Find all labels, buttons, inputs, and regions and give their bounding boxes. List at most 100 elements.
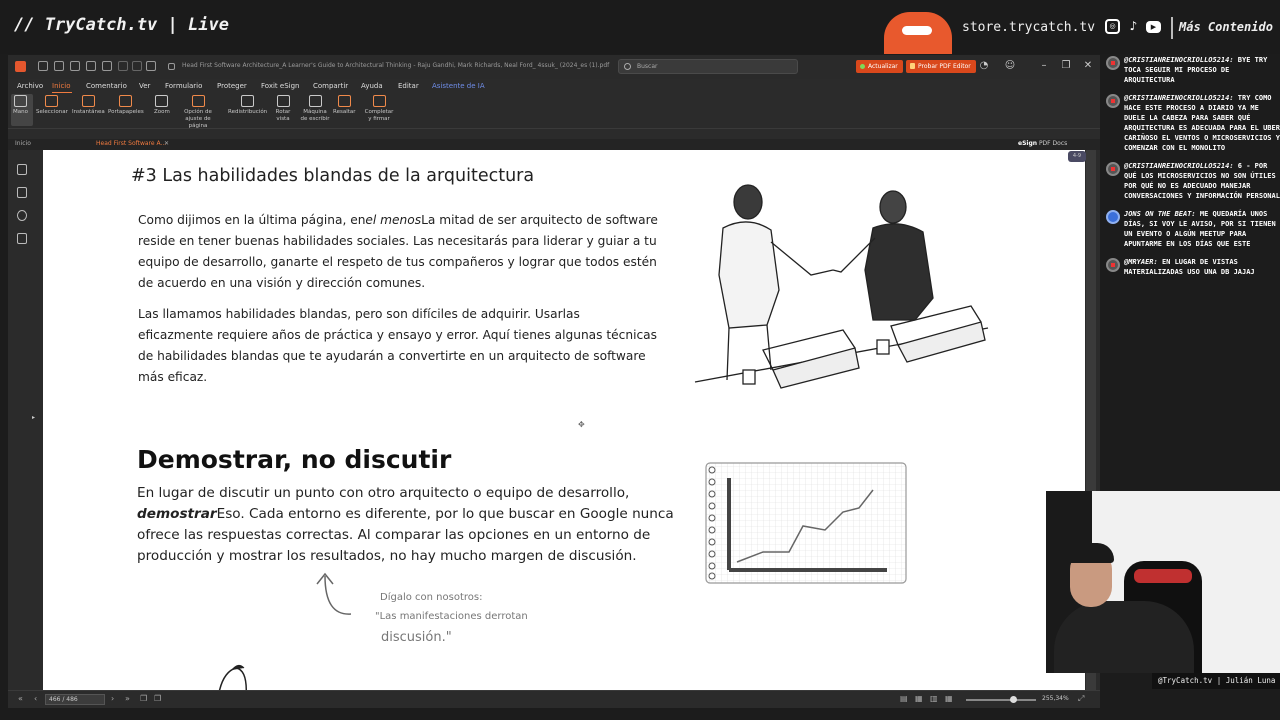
menu-asistente-ia[interactable]: Asistente de IA [432, 82, 485, 90]
select-tool-button[interactable]: Seleccionar [36, 95, 68, 116]
zoom-icon [155, 95, 169, 107]
foxit-logo-icon[interactable] [15, 61, 26, 72]
tab-inicio[interactable]: Inicio [15, 140, 31, 147]
menu-inicio[interactable]: Inicio [52, 82, 71, 90]
select-icon [45, 95, 59, 107]
attachments-icon[interactable] [17, 233, 27, 244]
store-url[interactable]: store.trycatch.tv [962, 20, 1095, 35]
snapshot-button[interactable]: Instantánea [72, 95, 105, 116]
instagram-icon[interactable]: ◎ [1105, 19, 1120, 34]
youtube-badge-icon [1106, 258, 1120, 272]
notebook-growth-illustration [705, 462, 907, 584]
update-button[interactable]: Actualizar [856, 60, 903, 73]
youtube-badge-icon [1106, 94, 1120, 108]
menu-ayuda[interactable]: Ayuda [361, 82, 383, 90]
pages-icon[interactable] [17, 187, 27, 198]
note-line-3: discusión." [381, 630, 452, 645]
left-navigation-rail: ▸ [8, 150, 42, 690]
new-document-icon[interactable] [86, 61, 96, 71]
redo-icon[interactable] [132, 61, 142, 71]
expand-panel-arrow-icon[interactable]: ▸ [32, 414, 35, 421]
menu-ver[interactable]: Ver [139, 82, 150, 90]
print-icon[interactable] [70, 61, 80, 71]
fullscreen-icon[interactable]: ⤢ [1078, 694, 1084, 704]
typewriter-button[interactable]: Máquina de escribir [300, 95, 330, 123]
reflow-button[interactable]: Redistribución [228, 95, 267, 116]
note-line-1: Dígalo con nosotros: [380, 592, 483, 603]
customize-toolbar-icon[interactable] [146, 61, 156, 71]
page-heading: #3 Las habilidades blandas de la arquite… [131, 166, 535, 186]
facing-view-icon[interactable]: ▥ [930, 694, 938, 703]
stream-header: // TryCatch.tv | Live store.trycatch.tv … [0, 0, 1280, 54]
chat-message: @mryaer: en lugar de vistas materializad… [1102, 257, 1280, 277]
youtube-icon[interactable]: ▶ [1146, 21, 1161, 33]
presenter-shirt-photo [884, 12, 952, 54]
fill-sign-button[interactable]: Completar y firmar [364, 95, 394, 123]
menu-comentario[interactable]: Comentario [86, 82, 127, 90]
single-page-view-icon[interactable]: ▤ [900, 694, 908, 703]
restore-icon[interactable]: ❐ [1060, 60, 1072, 72]
tab-close-icon[interactable]: ✕ [164, 140, 169, 147]
open-file-icon[interactable] [38, 61, 48, 71]
title-bar: Head First Software Architecture_A Learn… [8, 55, 1100, 79]
zoom-button[interactable]: Zoom [154, 95, 170, 116]
zoom-slider-knob[interactable] [1010, 696, 1017, 703]
bookmark-icon[interactable] [17, 164, 27, 175]
last-page-icon[interactable]: » [125, 694, 130, 703]
rotate-view-button[interactable]: Rotar vista [273, 95, 293, 123]
menu-compartir[interactable]: Compartir [313, 82, 348, 90]
tab-document[interactable]: Head First Software A... [96, 140, 166, 147]
first-page-icon[interactable]: « [18, 694, 23, 703]
rotate-icon [276, 95, 290, 107]
section-title: Demostrar, no discutir [137, 445, 452, 474]
page-number-input[interactable]: 466 / 486 [45, 694, 105, 705]
save-icon[interactable] [54, 61, 64, 71]
next-page-icon[interactable]: › [111, 694, 114, 703]
stream-layout: // TryCatch.tv | Live store.trycatch.tv … [0, 0, 1280, 720]
clipboard-button[interactable]: Portapapeles [108, 95, 144, 116]
continuous-view-icon[interactable]: ▦ [915, 694, 923, 703]
menu-formulario[interactable]: Formulario [165, 82, 202, 90]
page-view-icon[interactable]: ❐ [140, 694, 147, 703]
pdf-page: #3 Las habilidades blandas de la arquite… [43, 150, 1085, 690]
webcam-caption: @TryCatch.tv | Julián Luna [1152, 673, 1280, 689]
menu-foxit-esign[interactable]: Foxit eSign [261, 82, 299, 90]
highlight-button[interactable]: Resaltar [333, 95, 356, 116]
zoom-value[interactable]: 255,34% [1042, 695, 1069, 702]
zoom-slider[interactable] [966, 696, 1036, 703]
dropdown-icon[interactable] [168, 63, 175, 70]
menu-editar[interactable]: Editar [398, 82, 419, 90]
search-input[interactable]: Buscar [618, 59, 798, 74]
esign-label[interactable]: eSign PDF Docs [1018, 140, 1067, 147]
search-icon [624, 63, 631, 70]
copy-page-icon[interactable]: ❐ [154, 694, 161, 703]
youtube-badge-icon [1106, 56, 1120, 70]
prev-page-icon[interactable]: ‹ [34, 694, 37, 703]
chat-message: @cristianreinocriollo5214: try como hace… [1102, 93, 1280, 153]
menu-bar: Archivo Inicio Comentario Ver Formulario… [8, 79, 1100, 93]
paragraph-2: Las llamamos habilidades blandas, pero s… [138, 307, 657, 384]
comments-icon[interactable] [17, 210, 27, 221]
minimize-icon[interactable]: – [1038, 60, 1050, 72]
webcam-feed [1046, 491, 1280, 673]
tiktok-icon[interactable]: ♪ [1126, 19, 1141, 34]
close-icon[interactable]: ✕ [1082, 60, 1094, 72]
page-fit-button[interactable]: Opción de ajuste de página [176, 95, 220, 130]
account-icon[interactable]: ☺ [1004, 60, 1016, 72]
paragraph-1: Como dijimos en la última página, enel m… [138, 213, 658, 290]
menu-proteger[interactable]: Proteger [217, 82, 247, 90]
email-icon[interactable] [102, 61, 112, 71]
notifications-icon[interactable]: ◔ [978, 60, 990, 72]
more-content-label[interactable]: Más Contenido [1179, 20, 1273, 34]
undo-icon[interactable] [118, 61, 128, 71]
presenter-cap [1068, 543, 1114, 563]
hand-tool-button[interactable]: Mano [13, 95, 28, 116]
floating-tool-badge[interactable]: 4-9 [1068, 151, 1086, 162]
try-pdf-editor-button[interactable]: Probar PDF Editor [906, 60, 976, 73]
search-placeholder: Buscar [637, 63, 658, 70]
curved-arrow-icon [316, 572, 352, 615]
reflow-icon [241, 95, 255, 107]
page-fit-icon [191, 95, 205, 107]
menu-archivo[interactable]: Archivo [17, 82, 43, 90]
continuous-facing-view-icon[interactable]: ▦ [945, 694, 953, 703]
